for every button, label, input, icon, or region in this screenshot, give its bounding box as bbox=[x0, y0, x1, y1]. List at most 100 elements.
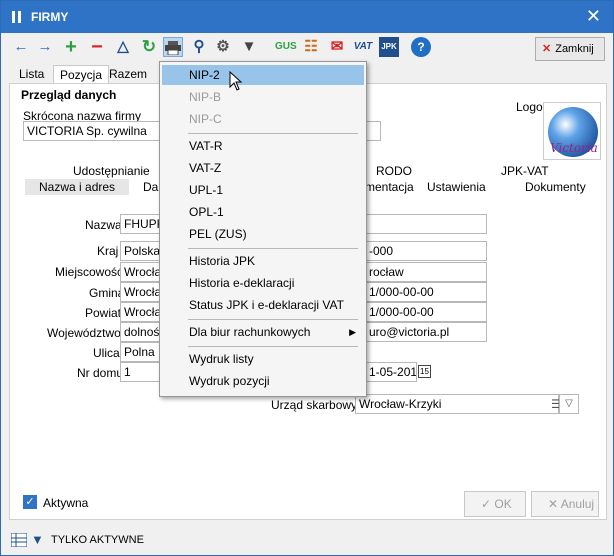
filter-status-icon[interactable]: ▼ bbox=[31, 532, 44, 547]
tab-dokumenty[interactable]: Dokumenty bbox=[525, 179, 586, 195]
tab-rodo[interactable]: RODO bbox=[376, 163, 412, 179]
search-icon[interactable]: ⚲ bbox=[189, 37, 209, 57]
short-name-input[interactable]: VICTORIA Sp. cywilna bbox=[23, 121, 163, 141]
users-icon[interactable]: ☷ bbox=[301, 37, 321, 57]
plus-icon[interactable]: + bbox=[61, 37, 81, 57]
nr-domu-input[interactable]: 1 bbox=[120, 362, 162, 382]
close-x-icon: ✕ bbox=[542, 43, 552, 55]
miejscowosc-input[interactable]: Wrocław bbox=[120, 262, 162, 282]
nazwa-input-cont[interactable] bbox=[365, 214, 487, 234]
menu-item-vat-r[interactable]: VAT-R bbox=[162, 136, 364, 156]
vat-icon[interactable]: VAT bbox=[351, 37, 375, 57]
email-input[interactable]: uro@victoria.pl bbox=[365, 322, 487, 342]
tab-jpk-vat[interactable]: JPK-VAT bbox=[501, 163, 549, 179]
printer-icon[interactable] bbox=[163, 37, 183, 57]
logo-image[interactable]: Victoria bbox=[543, 102, 601, 160]
wojewodztwo-input[interactable]: dolnoś bbox=[120, 322, 162, 342]
close-button[interactable]: ✕ Zamknij bbox=[535, 37, 605, 61]
label-powiat: Powiat bbox=[85, 306, 122, 320]
powiat-input[interactable]: Wrocław bbox=[120, 302, 162, 322]
cancel-x-icon: ✕ bbox=[548, 497, 561, 511]
menu-item-dla-biur-label: Dla biur rachunkowych bbox=[189, 325, 311, 339]
chevron-down-icon[interactable]: ▽ bbox=[559, 394, 579, 414]
window: FIRMY ✕ ← → + − △ ↻ ⚲ ⚙ ▼ GUS ☷ ✉ VAT JP… bbox=[0, 0, 614, 556]
telefon-input[interactable]: 1/000-00-00 bbox=[365, 282, 487, 302]
tab-dokumentacja[interactable]: mentacja bbox=[365, 179, 414, 195]
date-input[interactable]: 1-05-2018 bbox=[365, 362, 417, 382]
menu-item-nip-c[interactable]: NIP-C bbox=[162, 109, 364, 129]
menu-separator bbox=[188, 248, 358, 249]
cancel-label: Anuluj bbox=[560, 497, 595, 511]
label-wojewodztwo: Województwo bbox=[47, 326, 121, 340]
menu-item-wydruk-listy[interactable]: Wydruk listy bbox=[162, 349, 364, 369]
close-icon[interactable]: ✕ bbox=[586, 6, 601, 26]
menu-separator bbox=[188, 346, 358, 347]
help-icon[interactable]: ? bbox=[411, 37, 431, 57]
gears-icon[interactable]: ⚙ bbox=[213, 37, 233, 57]
tab-da[interactable]: Da bbox=[143, 179, 158, 195]
menu-item-wydruk-pozycji[interactable]: Wydruk pozycji bbox=[162, 371, 364, 391]
menu-item-nip-2[interactable]: NIP-2 bbox=[162, 65, 364, 85]
menu-item-pel-zus[interactable]: PEL (ZUS) bbox=[162, 224, 364, 244]
app-icon bbox=[12, 11, 21, 23]
tab-pozycja[interactable]: Pozycja bbox=[53, 65, 110, 83]
delta-icon[interactable]: △ bbox=[113, 37, 133, 57]
jpk-icon[interactable]: JPK bbox=[379, 37, 399, 57]
ulica-input[interactable]: Polna bbox=[120, 342, 162, 362]
arrow-left-icon[interactable]: ← bbox=[11, 37, 31, 57]
mail-icon[interactable]: ✉ bbox=[327, 37, 347, 57]
kraj-input[interactable]: Polska bbox=[120, 241, 162, 261]
tab-lista[interactable]: Lista bbox=[13, 65, 50, 83]
title-bar: FIRMY ✕ bbox=[1, 1, 613, 33]
menu-item-opl-1[interactable]: OPL-1 bbox=[162, 202, 364, 222]
close-button-label: Zamknij bbox=[555, 43, 594, 55]
ok-button[interactable]: ✓ OK bbox=[464, 491, 526, 517]
submenu-arrow-icon: ▶ bbox=[349, 327, 356, 337]
label-nr-domu: Nr domu bbox=[77, 366, 124, 380]
gus-icon[interactable]: GUS bbox=[275, 37, 297, 57]
window-title: FIRMY bbox=[31, 10, 69, 24]
menu-item-historia-jpk[interactable]: Historia JPK bbox=[162, 251, 364, 271]
minus-icon[interactable]: − bbox=[87, 37, 107, 57]
tab-ustawienia[interactable]: Ustawienia bbox=[427, 179, 486, 195]
menu-item-nip-b[interactable]: NIP-B bbox=[162, 87, 364, 107]
label-nazwa: Nazwa bbox=[85, 218, 122, 232]
refresh-icon[interactable]: ↻ bbox=[139, 37, 159, 57]
menu-item-historia-e-deklaracji[interactable]: Historia e-deklaracji bbox=[162, 273, 364, 293]
tab-nazwa-i-adres[interactable]: Nazwa i adres bbox=[25, 179, 130, 195]
logo-label: Logo bbox=[516, 100, 543, 114]
aktywna-label: Aktywna bbox=[43, 496, 89, 510]
tax-office-input[interactable]: Wrocław-Krzyki bbox=[355, 394, 559, 414]
menu-item-upl-1[interactable]: UPL-1 bbox=[162, 180, 364, 200]
tab-razem[interactable]: Razem bbox=[103, 65, 153, 83]
toolbar: ← → + − △ ↻ ⚲ ⚙ ▼ GUS ☷ ✉ VAT JPK ? bbox=[1, 33, 613, 63]
short-name-input-end[interactable] bbox=[365, 121, 381, 141]
arrow-right-icon[interactable]: → bbox=[35, 37, 55, 57]
checkbox-aktywna[interactable]: ✓ bbox=[23, 495, 37, 509]
label-kraj: Kraj bbox=[97, 244, 119, 258]
kod-input[interactable]: -000 bbox=[365, 241, 487, 261]
menu-item-dla-biur[interactable]: Dla biur rachunkowych ▶ bbox=[162, 322, 364, 342]
tax-office-label: Urząd skarbowy bbox=[271, 398, 358, 412]
menu-separator bbox=[188, 133, 358, 134]
status-bar: ▼ TYLKO AKTYWNE bbox=[1, 527, 613, 555]
tab-udostepnianie[interactable]: Udostępnianie bbox=[73, 163, 150, 179]
menu-separator bbox=[188, 319, 358, 320]
poczta-input[interactable]: rocław bbox=[365, 262, 487, 282]
cancel-button[interactable]: ✕ Anuluj bbox=[531, 491, 599, 517]
fax-input[interactable]: 1/000-00-00 bbox=[365, 302, 487, 322]
mouse-cursor-icon bbox=[229, 71, 243, 91]
label-ulica: Ulica bbox=[93, 346, 120, 360]
nazwa-input[interactable]: FHUPR bbox=[120, 214, 162, 234]
print-menu: NIP-2 NIP-B NIP-C VAT-R VAT-Z UPL-1 OPL-… bbox=[159, 61, 367, 397]
label-miejscowosc: Miejscowość bbox=[55, 265, 124, 279]
filter-icon[interactable]: ▼ bbox=[239, 37, 259, 57]
menu-item-status-jpk[interactable]: Status JPK i e-deklaracji VAT bbox=[162, 295, 364, 315]
calendar-icon[interactable]: 15 bbox=[418, 365, 431, 378]
menu-item-vat-z[interactable]: VAT-Z bbox=[162, 158, 364, 178]
gmina-input[interactable]: Wrocław bbox=[120, 282, 162, 302]
logo-text: Victoria bbox=[550, 141, 598, 155]
check-icon: ✓ bbox=[481, 497, 495, 511]
grid-icon[interactable] bbox=[11, 533, 27, 547]
status-text: TYLKO AKTYWNE bbox=[51, 534, 144, 546]
